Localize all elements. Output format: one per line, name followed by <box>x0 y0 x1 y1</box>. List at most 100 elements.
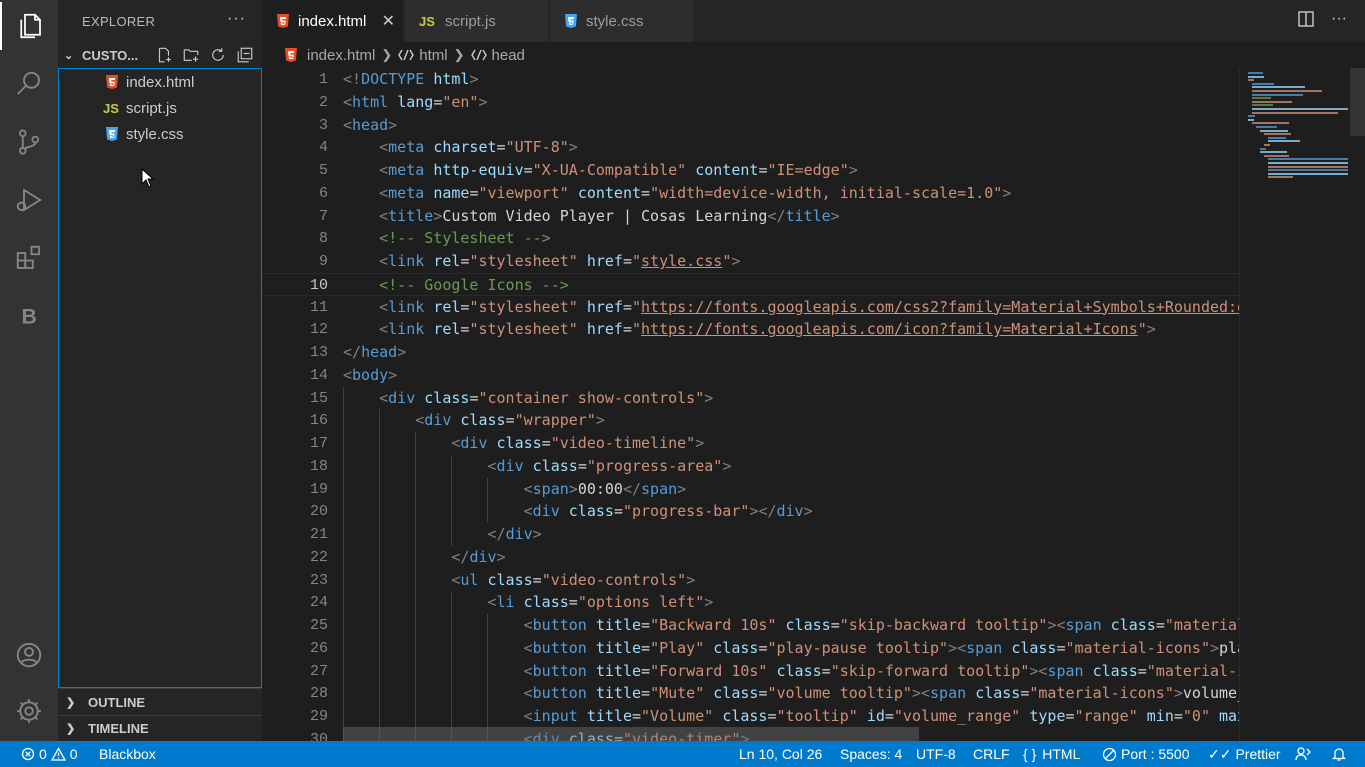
minimap-line <box>1252 100 1292 103</box>
indent-guide <box>379 614 381 637</box>
live-server-icon <box>1102 747 1117 761</box>
language-mode[interactable]: { } HTML <box>1023 741 1080 767</box>
file-item-script-js[interactable]: JS script.js <box>59 95 261 121</box>
code-line[interactable]: 27 <button title="Forward 10s" class="sk… <box>262 660 1239 683</box>
tab-style-css[interactable]: style.css <box>550 0 694 42</box>
new-folder-icon[interactable] <box>182 46 200 64</box>
feedback-icon[interactable] <box>1295 741 1311 767</box>
tab-script-js[interactable]: JS script.js <box>405 0 549 42</box>
horizontal-scrollbar[interactable] <box>343 727 919 741</box>
code-line[interactable]: 11 <link rel="stylesheet" href="https://… <box>262 296 1239 319</box>
more-actions-icon[interactable]: ··· <box>1331 10 1347 28</box>
file-item-index-html[interactable]: index.html <box>59 69 261 95</box>
code-line[interactable]: 9 <link rel="stylesheet" href="style.css… <box>262 250 1239 273</box>
more-actions-icon[interactable]: ··· <box>227 10 246 28</box>
code-line[interactable]: 13 </head> <box>262 341 1239 364</box>
breadcrumb-file[interactable]: index.html <box>284 47 375 64</box>
cursor-position[interactable]: Ln 10, Col 26 <box>739 741 822 767</box>
line-number: 17 <box>309 435 328 452</box>
code-line[interactable]: 7 <title>Custom Video Player | Cosas Lea… <box>262 205 1239 228</box>
new-file-icon[interactable] <box>155 46 173 64</box>
indent-guide <box>451 591 453 614</box>
notifications-bell-icon[interactable] <box>1331 741 1347 767</box>
indent-guide <box>379 636 381 660</box>
line-number: 21 <box>309 526 328 543</box>
code-line[interactable]: 20 <div class="progress-bar"></div> <box>262 500 1239 523</box>
css3-icon <box>101 126 123 142</box>
symbol-element-icon <box>470 49 487 61</box>
prettier-status[interactable]: ✓✓ Prettier <box>1208 741 1281 767</box>
code-line[interactable]: 17 <div class="video-timeline"> <box>262 432 1239 455</box>
code-line[interactable]: 26 <button title="Play" class="play-paus… <box>262 637 1239 660</box>
close-icon[interactable]: ✕ <box>382 11 395 31</box>
chevron-right-icon: ❯ <box>381 47 393 62</box>
problems-indicator[interactable]: 0 0 <box>21 741 78 767</box>
breadcrumb-label: index.html <box>307 46 376 64</box>
code-text: <meta http-equiv="X-UA-Compatible" conte… <box>379 161 858 179</box>
code-text: <head> <box>343 115 398 134</box>
code-line[interactable]: 14 <body> <box>262 364 1239 387</box>
code-line[interactable]: 8 <!-- Stylesheet --> <box>262 227 1239 250</box>
blackbox-status[interactable]: Blackbox <box>99 741 156 767</box>
source-control-icon[interactable] <box>0 118 58 166</box>
code-line[interactable]: 23 <ul class="video-controls"> <box>262 569 1239 592</box>
indent-guide <box>343 614 344 637</box>
double-check-icon: ✓✓ <box>1208 745 1232 762</box>
account-icon[interactable] <box>0 631 58 679</box>
code-line[interactable]: 21 </div> <box>262 523 1239 546</box>
line-number: 7 <box>318 207 328 225</box>
extensions-icon[interactable] <box>0 234 58 282</box>
indent-guide <box>343 705 344 728</box>
code-line[interactable]: 22 </div> <box>262 546 1239 569</box>
run-debug-icon[interactable] <box>0 176 58 224</box>
code-line[interactable]: 16 <div class="wrapper"> <box>262 409 1239 432</box>
code-line[interactable]: 3 <head> <box>262 114 1239 137</box>
breadcrumb-head[interactable]: head <box>470 47 525 64</box>
explorer-icon[interactable] <box>0 2 58 50</box>
tab-index-html[interactable]: index.html ✕ <box>262 0 404 42</box>
code-line[interactable]: 10 <!-- Google Icons --> <box>262 272 1239 296</box>
code-line[interactable]: 28 <button title="Mute" class="volume to… <box>262 682 1239 705</box>
code-line[interactable]: 4 <meta charset="UTF-8"> <box>262 136 1239 159</box>
code-line[interactable]: 12 <link rel="stylesheet" href="https://… <box>262 318 1239 341</box>
file-name: script.js <box>126 99 177 117</box>
encoding[interactable]: UTF-8 <box>916 741 956 767</box>
blackbox-icon[interactable]: B <box>0 292 58 340</box>
code-line[interactable]: 24 <li class="options left"> <box>262 591 1239 614</box>
code-line[interactable]: 19 <span>00:00</span> <box>262 478 1239 501</box>
code-line[interactable]: 29 <input title="Volume" class="tooltip"… <box>262 705 1239 728</box>
indentation[interactable]: Spaces: 4 <box>840 741 902 767</box>
file-item-style-css[interactable]: style.css <box>59 121 261 147</box>
line-number: 2 <box>318 93 328 111</box>
code-line[interactable]: 6 <meta name="viewport" content="width=d… <box>262 182 1239 205</box>
refresh-icon[interactable] <box>209 46 227 64</box>
activity-bar: B <box>0 0 58 741</box>
live-server-port[interactable]: Port : 5500 <box>1102 741 1190 767</box>
code-line[interactable]: 15 <div class="container show-controls"> <box>262 387 1239 410</box>
outline-section[interactable]: ❯ OUTLINE <box>58 688 262 715</box>
minimap-line <box>1264 144 1270 146</box>
outline-title: OUTLINE <box>88 694 146 710</box>
indent-guide <box>379 682 381 705</box>
collapse-all-icon[interactable] <box>236 46 254 64</box>
code-line[interactable]: 18 <div class="progress-area"> <box>262 455 1239 478</box>
code-editor[interactable]: 1 <!DOCTYPE html> 2 <html lang="en"> 3 <head>… <box>262 68 1239 741</box>
indent-guide <box>415 568 417 592</box>
line-number: 20 <box>309 503 328 521</box>
code-line[interactable]: 25 <button title="Backward 10s" class="s… <box>262 614 1239 637</box>
code-line[interactable]: 2 <html lang="en"> <box>262 91 1239 114</box>
search-icon[interactable] <box>0 60 58 108</box>
split-editor-icon[interactable] <box>1297 10 1315 28</box>
timeline-section[interactable]: ❯ TIMELINE <box>58 715 262 741</box>
code-line[interactable]: 1 <!DOCTYPE html> <box>262 68 1239 91</box>
code-line[interactable]: 5 <meta http-equiv="X-UA-Compatible" con… <box>262 159 1239 182</box>
end-of-line[interactable]: CRLF <box>973 741 1010 767</box>
minimap[interactable] <box>1239 68 1365 741</box>
minimap-line <box>1268 158 1348 161</box>
minimap-slider[interactable] <box>1350 68 1365 136</box>
file-name: style.css <box>126 125 184 143</box>
breadcrumb-html[interactable]: html <box>398 47 448 64</box>
settings-gear-icon[interactable] <box>0 687 58 735</box>
code-text: <div class="progress-bar"></div> <box>523 502 813 521</box>
workspace-folder[interactable]: ⌄ CUSTO... <box>58 42 262 68</box>
